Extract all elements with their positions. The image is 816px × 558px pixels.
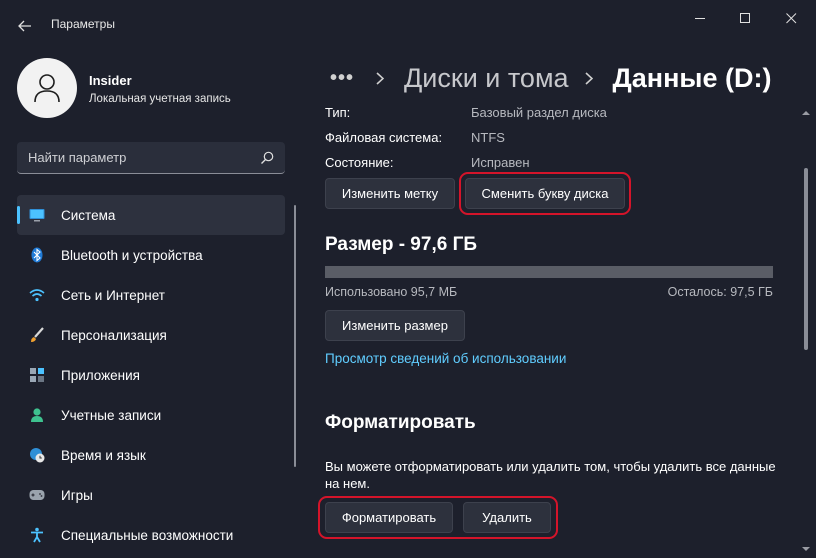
property-row-type: Тип: Базовый раздел диска xyxy=(325,105,785,123)
sidebar-item-label: Учетные записи xyxy=(61,407,162,423)
breadcrumb: ••• Диски и тома Данные (D:) xyxy=(330,58,771,98)
chevron-right-icon xyxy=(376,71,388,85)
page-title: Данные (D:) xyxy=(612,62,772,93)
property-key: Файловая система: xyxy=(325,130,443,145)
property-key: Состояние: xyxy=(325,155,394,170)
size-heading: Размер - 97,6 ГБ xyxy=(325,234,477,255)
app-title: Параметры xyxy=(51,17,115,31)
search-icon[interactable] xyxy=(259,150,275,166)
sidebar-nav: Система Bluetooth и устройства Сеть и Ин… xyxy=(17,195,285,555)
highlight-change-letter xyxy=(459,172,631,215)
apps-icon xyxy=(29,367,45,383)
search-input[interactable] xyxy=(17,142,247,173)
sidebar-item-label: Система xyxy=(61,207,116,223)
scroll-up-icon[interactable] xyxy=(800,108,812,118)
close-icon xyxy=(785,12,796,23)
sidebar-item-system[interactable]: Система xyxy=(17,195,285,235)
minimize-button[interactable] xyxy=(677,4,723,32)
free-space-label: Осталось: 97,5 ГБ xyxy=(667,285,773,299)
search-box[interactable] xyxy=(17,142,285,174)
used-space-label: Использовано 95,7 МБ xyxy=(325,285,458,299)
profile-name: Insider xyxy=(89,73,132,88)
back-button[interactable] xyxy=(10,12,40,40)
profile-account-type: Локальная учетная запись xyxy=(89,93,231,105)
highlight-format-delete xyxy=(318,496,558,539)
sidebar-item-label: Время и язык xyxy=(61,447,146,463)
sidebar-item-label: Специальные возможности xyxy=(61,527,234,543)
bluetooth-icon xyxy=(29,247,45,263)
resize-button[interactable]: Изменить размер xyxy=(325,310,465,341)
sidebar-item-label: Игры xyxy=(61,487,93,503)
property-value: Исправен xyxy=(471,155,530,170)
scroll-down-icon[interactable] xyxy=(800,544,812,554)
property-value: Базовый раздел диска xyxy=(471,105,607,120)
sidebar-item-label: Персонализация xyxy=(61,327,167,343)
sidebar-item-accessibility[interactable]: Специальные возможности xyxy=(17,515,285,555)
change-label-button[interactable]: Изменить метку xyxy=(325,178,455,209)
usage-details-link[interactable]: Просмотр сведений об использовании xyxy=(325,351,566,366)
chevron-right-icon xyxy=(584,71,597,85)
main-scrollbar[interactable] xyxy=(804,168,808,350)
property-key: Тип: xyxy=(325,105,351,120)
sidebar-item-label: Сеть и Интернет xyxy=(61,287,165,303)
minimize-icon xyxy=(694,17,705,19)
globe-clock-icon xyxy=(29,447,45,463)
usage-bar xyxy=(325,266,773,278)
sidebar-scrollbar[interactable] xyxy=(294,205,296,467)
property-value: NTFS xyxy=(471,130,505,145)
back-arrow-icon xyxy=(18,20,31,32)
sidebar-item-personalization[interactable]: Персонализация xyxy=(17,315,285,355)
breadcrumb-parent[interactable]: Диски и тома xyxy=(404,63,569,94)
brush-icon xyxy=(29,327,45,343)
wifi-icon xyxy=(29,287,45,303)
person-avatar-icon xyxy=(34,74,60,103)
sidebar-item-gaming[interactable]: Игры xyxy=(17,475,285,515)
sidebar-item-bluetooth[interactable]: Bluetooth и устройства xyxy=(17,235,285,275)
sidebar-item-apps[interactable]: Приложения xyxy=(17,355,285,395)
maximize-button[interactable] xyxy=(722,4,768,32)
close-button[interactable] xyxy=(768,4,814,32)
sidebar-item-network[interactable]: Сеть и Интернет xyxy=(17,275,285,315)
selection-indicator xyxy=(17,206,20,224)
accessibility-icon xyxy=(29,527,45,543)
sidebar-item-time-language[interactable]: Время и язык xyxy=(17,435,285,475)
breadcrumb-overflow-button[interactable]: ••• xyxy=(330,67,354,90)
person-icon xyxy=(29,407,45,423)
settings-window: Параметры Insider Локальная учетная запи… xyxy=(0,0,816,558)
gamepad-icon xyxy=(29,487,45,503)
sidebar-item-label: Bluetooth и устройства xyxy=(61,247,203,263)
avatar[interactable] xyxy=(17,58,77,118)
sidebar-item-label: Приложения xyxy=(61,367,140,383)
maximize-icon xyxy=(739,12,750,23)
property-row-status: Состояние: Исправен xyxy=(325,155,785,173)
property-row-filesystem: Файловая система: NTFS xyxy=(325,130,785,148)
title-bar: Параметры xyxy=(0,0,816,50)
sidebar-item-accounts[interactable]: Учетные записи xyxy=(17,395,285,435)
monitor-icon xyxy=(29,207,45,223)
format-heading: Форматировать xyxy=(325,412,476,433)
format-description: Вы можете отформатировать или удалить то… xyxy=(325,459,776,491)
